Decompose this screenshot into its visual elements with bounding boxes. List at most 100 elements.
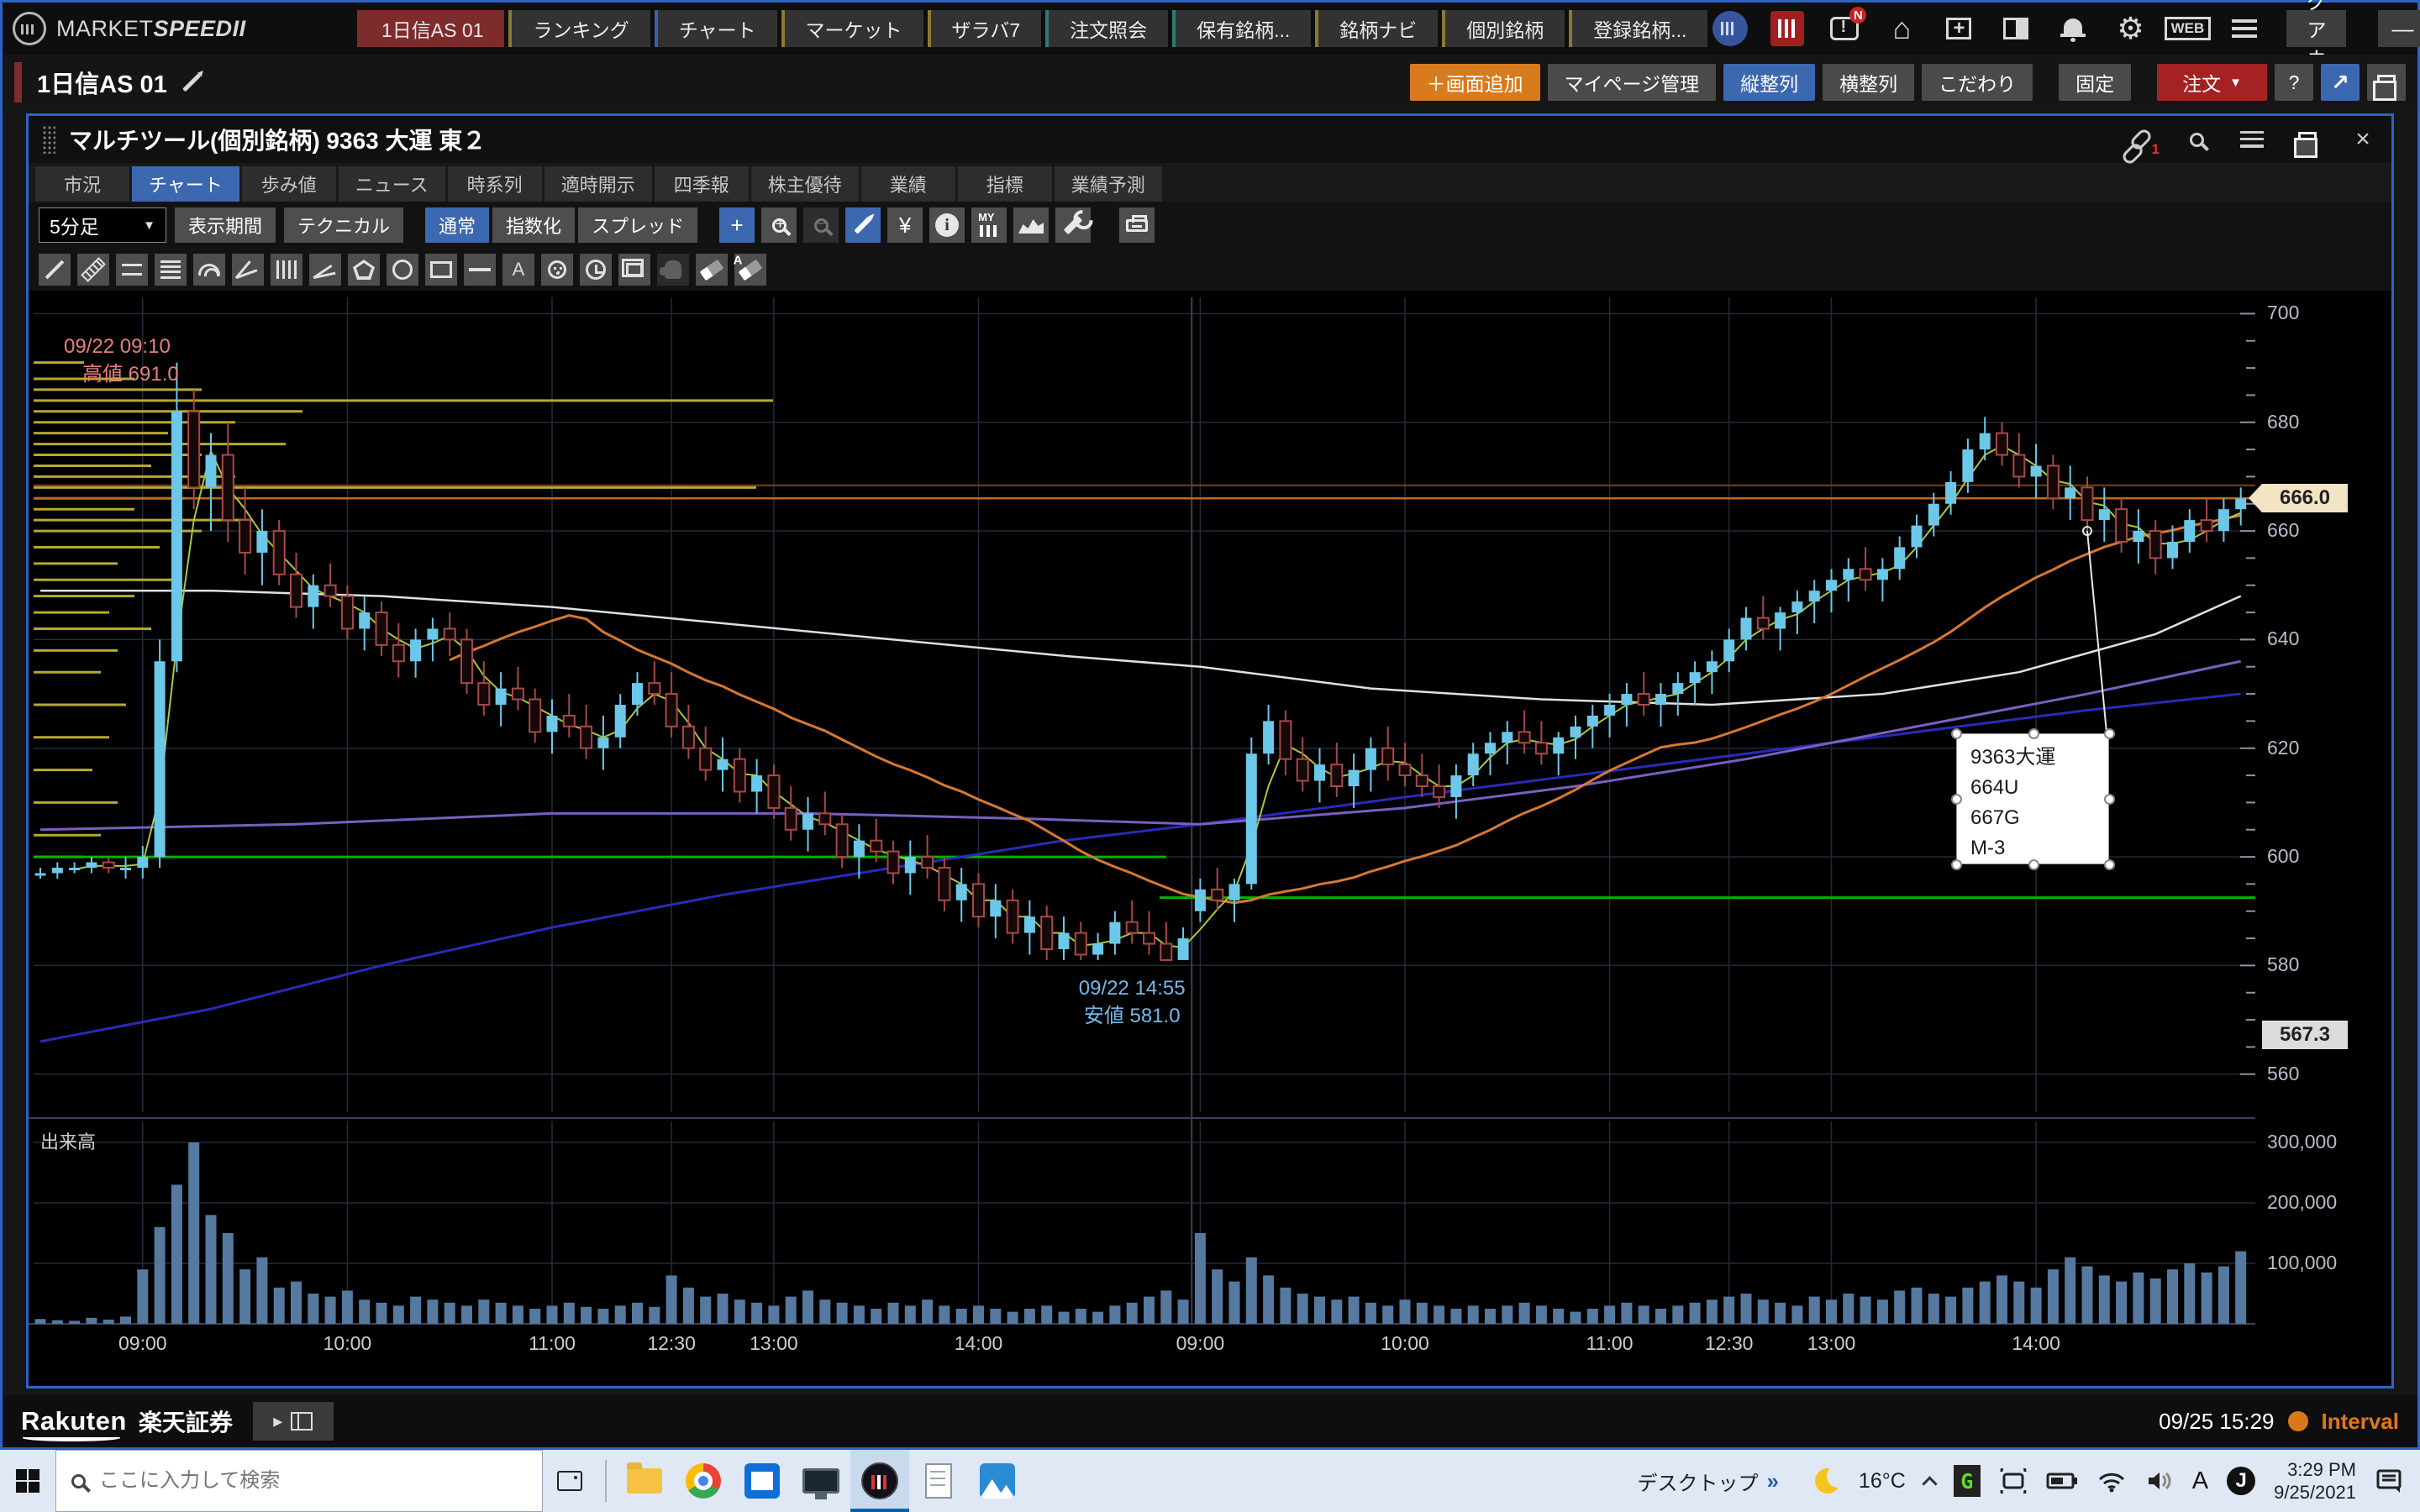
vertical-lines-button[interactable] [271,254,302,286]
gann-fan-button[interactable] [232,254,264,286]
menu-item-chart[interactable]: チャート [655,10,777,47]
horizontal-line-button[interactable] [464,254,496,286]
selection-handle[interactable] [1951,859,1962,870]
time-mark-button[interactable] [580,254,612,286]
taskbar-app-marketspeed[interactable] [850,1450,909,1512]
bell-icon[interactable] [2054,10,2091,47]
multitool-titlebar[interactable]: マルチツール(個別銘柄) 9363 大運 東２ 1 × [29,116,2391,163]
search-input[interactable] [99,1469,486,1493]
taskbar-clock[interactable]: 3:29 PM 9/25/2021 [2274,1458,2356,1504]
tab-shikiho[interactable]: 四季報 [655,166,749,202]
jump-button[interactable]: ↗ [2321,64,2360,101]
speaker-icon[interactable] [2145,1469,2174,1493]
tab-news[interactable]: ニュース [339,166,445,202]
edit-page-name-icon[interactable] [182,73,201,92]
fibonacci-arcs-button[interactable] [193,254,225,286]
menu-item-holdings[interactable]: 保有銘柄... [1172,10,1311,47]
status-expander-button[interactable]: ▸ [253,1402,334,1441]
taskbar-search[interactable] [55,1450,543,1512]
battery-icon[interactable] [2046,1470,2078,1492]
taskbar-app-chrome[interactable] [674,1450,733,1512]
trendline-button[interactable] [39,254,71,286]
icon-stamp-button[interactable] [541,254,573,286]
web-icon[interactable]: WEB [2169,10,2206,47]
wifi-icon[interactable] [2096,1469,2127,1493]
taskbar-app-file-explorer[interactable] [615,1450,674,1512]
tab-jikeiretsu[interactable]: 時系列 [448,166,542,202]
desktop-toolbar[interactable]: デスクトップ » [1637,1467,1776,1496]
move-hand-button[interactable] [657,254,689,286]
weather-moon-icon[interactable] [1815,1468,1840,1494]
kodawari-button[interactable]: こだわり [1922,64,2033,101]
speed-lines-button[interactable] [309,254,341,286]
menu-item-market[interactable]: マーケット [781,10,923,47]
close-window-icon[interactable]: × [2348,124,2378,155]
pulse-circle-icon[interactable] [1712,10,1749,47]
menu-item-ichinichi-shin-as[interactable]: 1日信AS 01 [357,10,504,47]
expand-chevrons-icon[interactable]: » [1766,1468,1776,1494]
help-button[interactable]: ? [2275,64,2313,101]
tab-gyoseki[interactable]: 業績 [861,166,955,202]
tab-ayumine[interactable]: 歩み値 [242,166,336,202]
interval-select[interactable]: 5分足▼ [39,207,166,243]
camera-icon[interactable] [1999,1468,2028,1494]
layout-panel-icon[interactable] [1997,10,2034,47]
selection-handle[interactable] [2104,859,2115,870]
duplicate-window-icon[interactable] [2292,124,2323,155]
selection-handle[interactable] [2028,859,2039,870]
selection-handle[interactable] [1951,728,1962,739]
window-menu-icon[interactable] [2237,124,2267,155]
tab-gyoseki-yosoku[interactable]: 業績予測 [1055,166,1162,202]
yen-button[interactable]: ¥ [887,207,923,243]
window-copy-button[interactable] [2367,64,2406,101]
home-icon[interactable]: ⌂ [1883,10,1920,47]
notice-bubble-icon[interactable] [1826,10,1863,47]
price-axis[interactable]: 700680660640620600580560300,000200,00010… [2255,291,2391,1386]
draw-pencil-button[interactable] [845,207,881,243]
tab-shihyo[interactable]: 指標 [958,166,1052,202]
stock-note-annotation[interactable]: 9363大運664U667GM-3 [1956,733,2109,864]
chart-app-icon[interactable] [1769,10,1806,47]
area-chart-button[interactable] [1013,207,1049,243]
selection-handle[interactable] [2028,728,2039,739]
start-button[interactable] [0,1450,55,1512]
index-mode-button[interactable]: 指数化 [492,207,575,243]
taskbar-app-photos[interactable] [968,1450,1027,1512]
price-chart[interactable] [29,291,2255,1383]
vertical-align-button[interactable]: 縦整列 [1723,64,1815,101]
taskbar-app-remote-desktop[interactable] [792,1450,850,1512]
display-period-button[interactable]: 表示期間 [175,207,276,243]
zoom-out-button[interactable] [803,207,839,243]
ellipse-button[interactable] [387,254,418,286]
eraser-button[interactable] [696,254,728,286]
menu-item-stock-navi[interactable]: 銘柄ナビ [1315,10,1438,47]
drag-grip-icon[interactable] [42,125,55,154]
pentagon-button[interactable] [348,254,380,286]
tab-tekiji-kaiji[interactable]: 適時開示 [544,166,652,202]
menu-item-registered-stocks[interactable]: 登録銘柄... [1569,10,1707,47]
logout-button[interactable]: ログアウト [2286,10,2346,47]
crosshair-button[interactable]: + [719,207,755,243]
rectangle-button[interactable] [425,254,457,286]
technical-button[interactable]: テクニカル [284,207,403,243]
menu-item-order-inquiry[interactable]: 注文照会 [1045,10,1168,47]
minimize-button[interactable]: — [2378,10,2420,47]
selection-handle[interactable] [2104,794,2115,805]
ime-mode-indicator[interactable]: A [2192,1467,2208,1495]
add-screen-button[interactable]: ＋画面追加 [1410,64,1540,101]
mypage-manage-button[interactable]: マイページ管理 [1548,64,1717,101]
selection-handle[interactable] [1951,794,1962,805]
task-view-button[interactable] [543,1450,597,1512]
copy-drawing-button[interactable] [618,254,650,286]
search-icon[interactable] [2181,124,2212,155]
led-indicator-icon[interactable]: G [1954,1465,1981,1497]
link-group-icon[interactable]: 1 [2126,124,2156,155]
taskbar-app-notepad[interactable] [909,1450,968,1512]
taskbar-app-mail[interactable] [733,1450,792,1512]
menu-item-individual-stock[interactable]: 個別銘柄 [1442,10,1565,47]
spread-mode-button[interactable]: スプレッド [578,207,697,243]
parallel-lines-button[interactable] [116,254,148,286]
info-button[interactable]: i [929,207,965,243]
tab-shikyo[interactable]: 市況 [35,166,129,202]
ime-language-indicator[interactable]: J [2227,1467,2255,1495]
